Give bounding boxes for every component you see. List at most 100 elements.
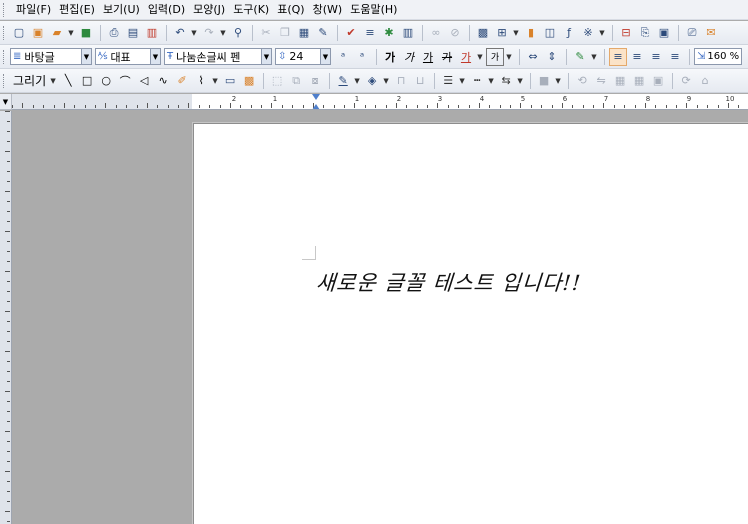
underline-button[interactable]: 가 <box>419 48 437 66</box>
menubar-grip[interactable] <box>3 3 6 17</box>
arc-icon[interactable]: ⌒ <box>116 72 134 90</box>
chart-icon[interactable]: ▮ <box>522 24 540 42</box>
horizontal-ruler[interactable]: 2 1 1 2 3 4 5 6 7 8 9 10 <box>12 94 748 110</box>
highlight-dropdown-arrow[interactable]: ▼ <box>505 48 513 66</box>
chevron-down-icon[interactable]: ▼ <box>81 49 91 64</box>
print-icon[interactable]: ⎙ <box>105 24 123 42</box>
menu-window[interactable]: 창(W) <box>309 0 347 20</box>
pen-draw-icon[interactable]: ✐ <box>173 72 191 90</box>
menu-edit[interactable]: 편집(E) <box>55 0 99 20</box>
chevron-down-icon[interactable]: ▼ <box>320 49 330 64</box>
hanja-icon[interactable]: ≡ <box>361 24 379 42</box>
align-center-icon[interactable]: ≡ <box>647 48 665 66</box>
group-icon[interactable]: ⧉ <box>287 72 305 90</box>
save-icon[interactable]: ■ <box>77 24 95 42</box>
toolbar-grip[interactable] <box>3 26 6 40</box>
preview-icon[interactable]: ▤ <box>124 24 142 42</box>
font-color-button[interactable]: 가 <box>457 48 475 66</box>
toolbar-grip[interactable] <box>3 50 6 64</box>
chevron-down-icon[interactable]: ▼ <box>261 49 271 64</box>
document-text[interactable]: 새로운 글꼴 테스트 입니다!! <box>315 267 583 297</box>
line-color-icon[interactable]: ✎ <box>334 72 352 90</box>
ellipse-icon[interactable]: ○ <box>97 72 115 90</box>
marker-dropdown-arrow[interactable]: ▼ <box>590 48 598 66</box>
align-right-icon[interactable]: ≡ <box>666 48 684 66</box>
refresh-icon[interactable]: ⟳ <box>677 72 695 90</box>
line-style-icon[interactable]: ☰ <box>439 72 457 90</box>
font-combo[interactable]: Ŧ 나눔손글씨 펜 ▼ <box>164 48 272 65</box>
distribute-icon[interactable]: ▦ <box>630 72 648 90</box>
presentation-icon[interactable]: ⎚ <box>683 24 701 42</box>
shadow-dropdown-arrow[interactable]: ▼ <box>554 72 562 90</box>
line-style-dropdown-arrow[interactable]: ▼ <box>458 72 466 90</box>
undo-icon[interactable]: ↶ <box>171 24 189 42</box>
increase-font-icon[interactable]: ᵃ <box>334 48 352 66</box>
menu-file[interactable]: 파일(F) <box>12 0 55 20</box>
other-icon[interactable]: ⌂ <box>696 72 714 90</box>
flip-icon[interactable]: ⇋ <box>592 72 610 90</box>
select-object-icon[interactable]: ⬚ <box>268 72 286 90</box>
redo-dropdown-arrow[interactable]: ▼ <box>219 24 227 42</box>
find-icon[interactable]: ⚲ <box>229 24 247 42</box>
link-icon[interactable]: ∞ <box>427 24 445 42</box>
table-icon[interactable]: ⊞ <box>493 24 511 42</box>
paste-icon[interactable]: ▦ <box>295 24 313 42</box>
bring-forward-icon[interactable]: ⊓ <box>392 72 410 90</box>
connector-icon[interactable]: ⌇ <box>192 72 210 90</box>
menu-help[interactable]: 도움말(H) <box>346 0 401 20</box>
toolbar-grip[interactable] <box>3 74 6 88</box>
document-workspace[interactable]: 새로운 글꼴 테스트 입니다!! <box>13 111 748 524</box>
bold-button[interactable]: 가 <box>381 48 399 66</box>
send-backward-icon[interactable]: ⊔ <box>411 72 429 90</box>
marker-pen-icon[interactable]: ✎ <box>571 48 589 66</box>
fill-color-dropdown-arrow[interactable]: ▼ <box>382 72 390 90</box>
header-footer-icon[interactable]: ⊟ <box>617 24 635 42</box>
menu-tools[interactable]: 도구(K) <box>229 0 273 20</box>
undo-dropdown-arrow[interactable]: ▼ <box>190 24 198 42</box>
decrease-font-icon[interactable]: ᵃ <box>353 48 371 66</box>
template-icon[interactable]: ▣ <box>29 24 47 42</box>
message-icon[interactable]: ✉ <box>702 24 720 42</box>
strikethrough-button[interactable]: 가 <box>438 48 456 66</box>
connector-dropdown-arrow[interactable]: ▼ <box>211 72 219 90</box>
curve-icon[interactable]: ∿ <box>154 72 172 90</box>
shadow-icon[interactable]: ■ <box>535 72 553 90</box>
chevron-down-icon[interactable]: ▼ <box>150 49 160 64</box>
dictionary-icon[interactable]: ✱ <box>380 24 398 42</box>
zoom-field[interactable]: ⇲ 160 % <box>694 48 743 65</box>
menu-table[interactable]: 표(Q) <box>273 0 308 20</box>
symbol-dropdown-arrow[interactable]: ▼ <box>598 24 606 42</box>
line-icon[interactable]: ╲ <box>59 72 77 90</box>
menu-format[interactable]: 모양(J) <box>189 0 229 20</box>
highlight-button[interactable]: 가 <box>486 47 504 66</box>
style-combo[interactable]: ≣ 바탕글 ▼ <box>10 48 92 65</box>
open-folder-icon[interactable]: ▰ <box>48 24 66 42</box>
indent-marker[interactable] <box>312 94 320 109</box>
line-dash-icon[interactable]: ┅ <box>468 72 486 90</box>
symbol-icon[interactable]: ※ <box>579 24 597 42</box>
spell-check-icon[interactable]: ✔ <box>342 24 360 42</box>
new-document-icon[interactable]: ▢ <box>10 24 28 42</box>
object-properties-icon[interactable]: ▣ <box>649 72 667 90</box>
italic-button[interactable]: 가 <box>400 48 418 66</box>
polygon-icon[interactable]: ◁ <box>135 72 153 90</box>
fill-color-icon[interactable]: ◈ <box>363 72 381 90</box>
document-page[interactable]: 새로운 글꼴 테스트 입니다!! <box>193 123 748 524</box>
ungroup-icon[interactable]: ⧇ <box>306 72 324 90</box>
columns-icon[interactable]: ▥ <box>399 24 417 42</box>
char-spacing-icon[interactable]: ⇔ <box>524 48 542 66</box>
vertical-ruler[interactable] <box>0 111 12 524</box>
cut-icon[interactable]: ✂ <box>257 24 275 42</box>
rotate-icon[interactable]: ⟲ <box>573 72 591 90</box>
font-color-dropdown-arrow[interactable]: ▼ <box>476 48 484 66</box>
redo-icon[interactable]: ↷ <box>200 24 218 42</box>
char-width-icon[interactable]: ⇕ <box>543 48 561 66</box>
align-objects-icon[interactable]: ▦ <box>611 72 629 90</box>
line-color-dropdown-arrow[interactable]: ▼ <box>353 72 361 90</box>
ruler-corner-button[interactable]: ▼ <box>0 94 12 110</box>
note-icon[interactable]: ▣ <box>655 24 673 42</box>
line-dash-dropdown-arrow[interactable]: ▼ <box>487 72 495 90</box>
table-dropdown-arrow[interactable]: ▼ <box>512 24 520 42</box>
language-combo[interactable]: ⅍ 대표 ▼ <box>95 48 161 65</box>
align-left-icon[interactable]: ≡ <box>628 48 646 66</box>
